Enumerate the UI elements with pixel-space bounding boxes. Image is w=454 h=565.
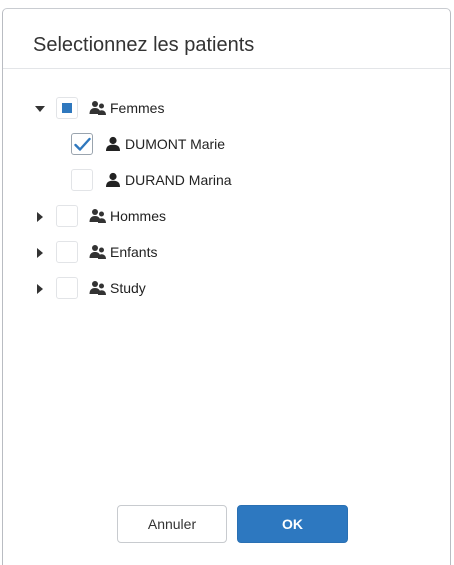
checkbox-hommes[interactable] — [56, 205, 78, 227]
user-icon — [105, 136, 123, 152]
tree-node-study: Study — [3, 273, 450, 309]
users-icon — [89, 100, 107, 116]
dialog-header: Selectionnez les patients — [3, 9, 450, 69]
tree-node-label[interactable]: Hommes — [110, 208, 166, 224]
checkbox-durand-marina[interactable] — [71, 169, 93, 191]
users-icon — [89, 280, 107, 296]
checkbox-dumont-marie[interactable] — [71, 133, 93, 155]
caret-right-icon[interactable] — [34, 211, 46, 223]
dialog-footer: Annuler OK — [3, 505, 450, 545]
checkbox-study[interactable] — [56, 277, 78, 299]
checkbox-femmes[interactable] — [56, 97, 78, 119]
users-icon — [89, 244, 107, 260]
tree-node-label[interactable]: Enfants — [110, 244, 157, 260]
tree-node-label[interactable]: Study — [110, 280, 146, 296]
caret-down-icon[interactable] — [34, 103, 46, 115]
tree-node-hommes: Hommes — [3, 201, 450, 237]
caret-right-icon[interactable] — [34, 247, 46, 259]
users-icon — [89, 208, 107, 224]
user-icon — [105, 172, 123, 188]
tree-node-label[interactable]: DURAND Marina — [125, 172, 232, 188]
tree-node-label[interactable]: Femmes — [110, 100, 164, 116]
tree-node-femmes: Femmes — [3, 93, 450, 129]
dialog-title: Selectionnez les patients — [33, 34, 255, 56]
patient-tree: Femmes DUMONT Marie DURAND Marina Hommes… — [3, 93, 450, 309]
tree-node-dumont-marie: DUMONT Marie — [3, 129, 450, 165]
ok-button[interactable]: OK — [237, 505, 348, 543]
tree-node-durand-marina: DURAND Marina — [3, 165, 450, 201]
patient-selection-dialog: Selectionnez les patients Femmes DUMONT … — [2, 8, 451, 565]
checkbox-enfants[interactable] — [56, 241, 78, 263]
tree-node-enfants: Enfants — [3, 237, 450, 273]
tree-node-label[interactable]: DUMONT Marie — [125, 136, 225, 152]
caret-right-icon[interactable] — [34, 283, 46, 295]
cancel-button[interactable]: Annuler — [117, 505, 227, 543]
